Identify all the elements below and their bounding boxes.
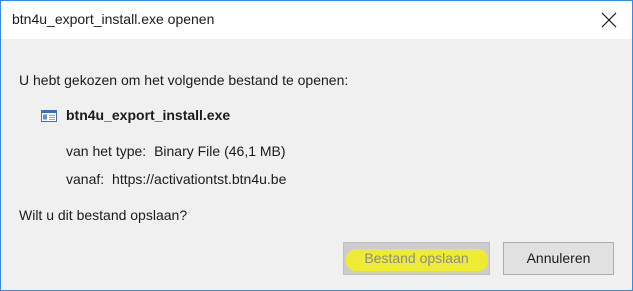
file-source-value: https://activationtst.btn4u.be (112, 171, 287, 187)
file-type-label: van het type: (66, 143, 147, 159)
file-source-label: vanaf: (66, 171, 105, 187)
download-dialog: btn4u_export_install.exe openen U hebt g… (0, 0, 633, 291)
close-icon (601, 12, 617, 28)
cancel-button[interactable]: Annuleren (503, 242, 614, 275)
file-source-row: vanaf: https://activationtst.btn4u.be (66, 171, 286, 187)
file-type-value: Binary File (46,1 MB) (154, 143, 286, 159)
title-bar: btn4u_export_install.exe openen (1, 1, 632, 39)
file-type-row: van het type: Binary File (46,1 MB) (66, 143, 286, 159)
file-name: btn4u_export_install.exe (66, 107, 231, 123)
dialog-body: U hebt gekozen om het volgende bestand t… (1, 39, 632, 290)
exe-file-icon (41, 110, 57, 122)
save-file-button-label: Bestand opslaan (364, 250, 469, 266)
window-title: btn4u_export_install.exe openen (12, 11, 215, 27)
close-button[interactable] (586, 1, 632, 39)
save-question: Wilt u dit bestand opslaan? (19, 207, 188, 223)
save-file-button[interactable]: Bestand opslaan (343, 242, 490, 275)
intro-text: U hebt gekozen om het volgende bestand t… (19, 72, 349, 88)
